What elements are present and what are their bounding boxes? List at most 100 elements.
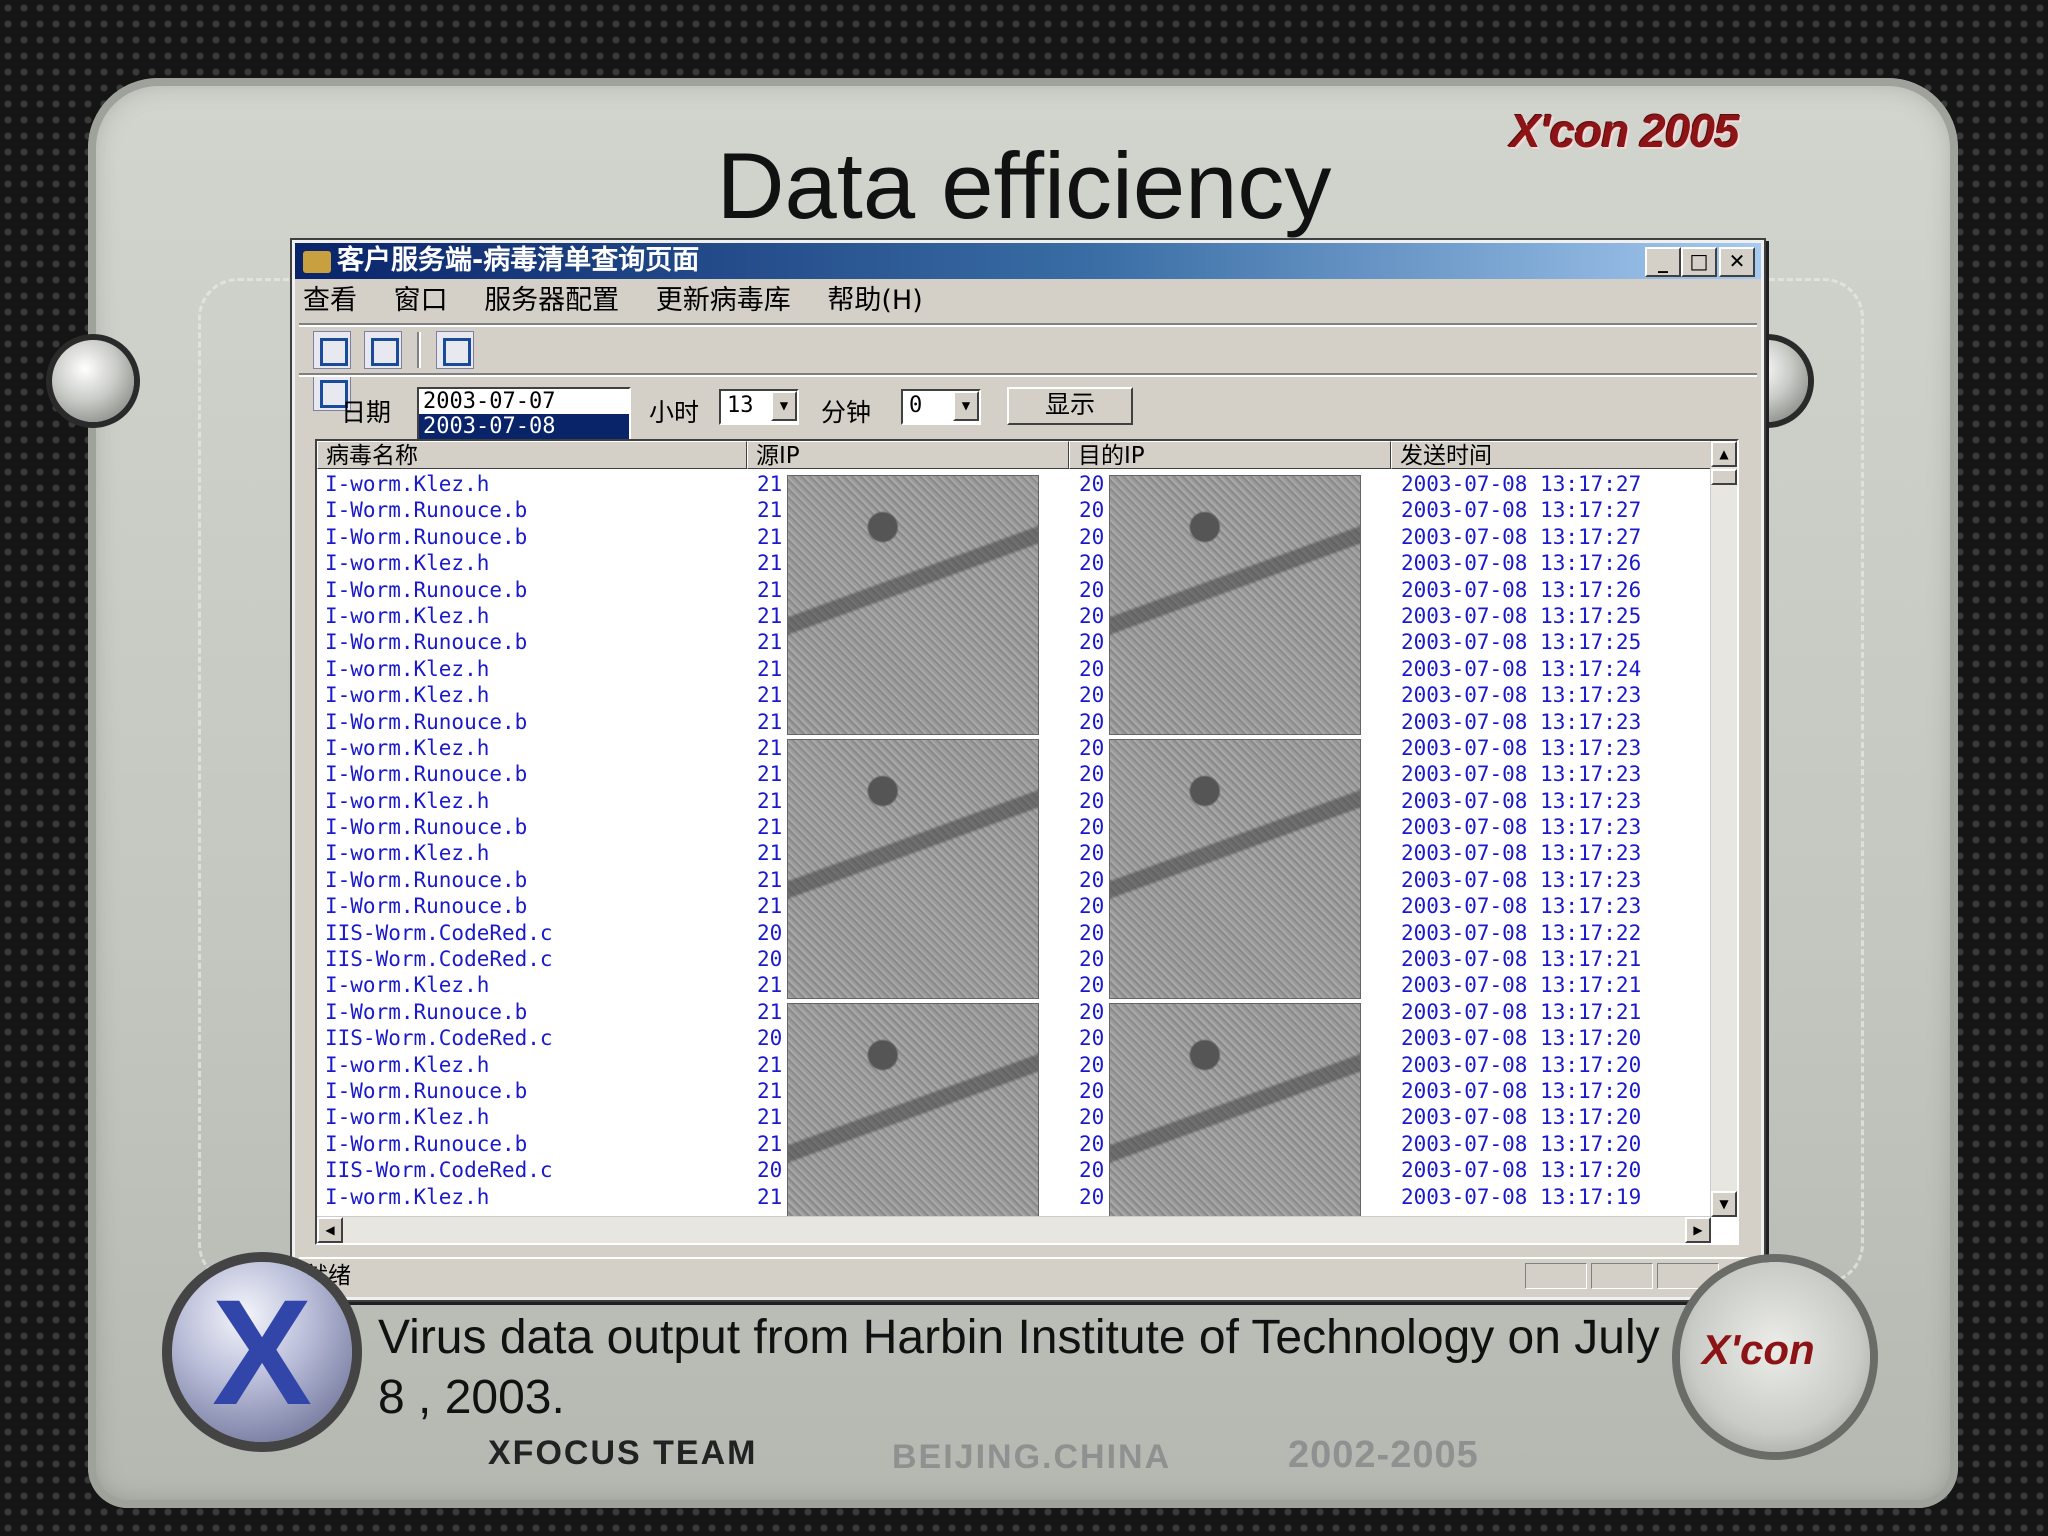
virus-name-cell: I-Worm.Runouce.b [325, 1131, 528, 1156]
close-button[interactable]: ✕ [1719, 247, 1755, 277]
dest-ip-cell: 20 [1079, 709, 1103, 734]
dest-ip-cell: 20 [1079, 788, 1103, 813]
dest-ip-cell: 20 [1079, 498, 1103, 523]
source-ip-cell: 21 [757, 999, 781, 1024]
photo-overlay [1109, 739, 1361, 999]
dest-ip-cell: 20 [1079, 603, 1103, 628]
virus-name-cell: I-Worm.Runouce.b [325, 1078, 528, 1103]
virus-name-cell: I-Worm.Runouce.b [325, 498, 528, 523]
minute-value: 0 [909, 393, 923, 418]
source-ip-cell: 21 [757, 894, 781, 919]
virus-name-cell: I-Worm.Runouce.b [325, 999, 528, 1024]
photo-overlay [1109, 475, 1361, 735]
log-icon[interactable] [313, 331, 351, 369]
send-time-cell: 2003-07-08 13:17:27 [1401, 498, 1642, 523]
search-doc-icon[interactable] [364, 331, 403, 369]
menu-view[interactable]: 查看 [303, 281, 357, 321]
scroll-thumb[interactable] [1711, 469, 1737, 485]
horizontal-scrollbar[interactable]: ◀ ▶ [317, 1216, 1711, 1243]
toolbar-separator [417, 332, 422, 368]
scroll-left-icon[interactable]: ◀ [317, 1217, 343, 1243]
scroll-right-icon[interactable]: ▶ [1685, 1217, 1711, 1243]
photo-overlay [787, 1003, 1039, 1243]
footer-city: BEIJING.CHINA [892, 1438, 1172, 1476]
send-time-cell: 2003-07-08 13:17:20 [1401, 1131, 1642, 1156]
send-time-cell: 2003-07-08 13:17:20 [1401, 1158, 1642, 1183]
minimize-button[interactable]: _ [1645, 247, 1681, 277]
dest-ip-cell: 20 [1079, 577, 1103, 602]
source-ip-cell: 21 [757, 709, 781, 734]
menu-server-config[interactable]: 服务器配置 [484, 281, 619, 321]
send-time-cell: 2003-07-08 13:17:23 [1401, 762, 1642, 787]
virus-name-cell: I-worm.Klez.h [325, 788, 490, 813]
dest-ip-cell: 20 [1079, 920, 1103, 945]
xfocus-team-logo: XFOCUS TEAM [488, 1434, 758, 1472]
source-ip-cell: 21 [757, 656, 781, 681]
date-listbox[interactable]: 2003-07-07 2003-07-08 [417, 387, 631, 443]
virus-name-cell: IIS-Worm.CodeRed.c [325, 1026, 553, 1051]
virus-name-cell: I-worm.Klez.h [325, 603, 490, 628]
source-ip-cell: 21 [757, 841, 781, 866]
toolbar-divider [299, 373, 1757, 377]
x-logo-orb: X [172, 1262, 352, 1442]
dest-ip-cell: 20 [1079, 1158, 1103, 1183]
virus-name-cell: I-worm.Klez.h [325, 1052, 490, 1077]
virus-name-cell: I-worm.Klez.h [325, 472, 490, 496]
send-time-cell: 2003-07-08 13:17:20 [1401, 1078, 1642, 1103]
source-ip-cell: 21 [757, 735, 781, 760]
book-icon[interactable] [436, 331, 475, 369]
scroll-up-icon[interactable]: ▲ [1711, 441, 1737, 467]
source-ip-cell: 21 [757, 683, 781, 708]
maximize-button[interactable]: □ [1681, 247, 1717, 277]
source-ip-cell: 21 [757, 1105, 781, 1130]
dest-ip-cell: 20 [1079, 762, 1103, 787]
xcon-badge-text: X'con [1702, 1326, 1815, 1373]
send-time-cell: 2003-07-08 13:17:24 [1401, 656, 1642, 681]
send-time-cell: 2003-07-08 13:17:26 [1401, 577, 1642, 602]
menu-window[interactable]: 窗口 [394, 281, 448, 321]
column-source-ip[interactable]: 源IP [747, 441, 1069, 469]
show-button[interactable]: 显示 [1007, 387, 1133, 425]
source-ip-cell: 21 [757, 1078, 781, 1103]
column-send-time[interactable]: 发送时间 [1391, 441, 1711, 469]
column-dest-ip[interactable]: 目的IP [1069, 441, 1391, 469]
dest-ip-cell: 20 [1079, 894, 1103, 919]
dest-ip-cell: 20 [1079, 630, 1103, 655]
window-title: 客户服务端-病毒清单查询页面 [337, 245, 700, 276]
virus-name-cell: I-Worm.Runouce.b [325, 524, 528, 549]
dest-ip-cell: 20 [1079, 867, 1103, 892]
photo-overlay [787, 475, 1039, 735]
window-title-bar[interactable]: 客户服务端-病毒清单查询页面 _ □ ✕ [295, 243, 1761, 279]
hour-select[interactable]: 13 ▼ [719, 389, 799, 425]
chevron-down-icon[interactable]: ▼ [953, 391, 979, 421]
send-time-cell: 2003-07-08 13:17:19 [1401, 1184, 1642, 1209]
send-time-cell: 2003-07-08 13:17:21 [1401, 973, 1642, 998]
source-ip-cell: 21 [757, 498, 781, 523]
chevron-down-icon[interactable]: ▼ [771, 391, 797, 421]
vertical-scrollbar[interactable]: ▲ ▼ [1710, 441, 1737, 1217]
list-header: 病毒名称 源IP 目的IP 发送时间 [317, 441, 1711, 471]
menu-update-virus-db[interactable]: 更新病毒库 [656, 281, 791, 321]
dest-ip-cell: 20 [1079, 1131, 1103, 1156]
source-ip-cell: 21 [757, 630, 781, 655]
send-time-cell: 2003-07-08 13:17:26 [1401, 551, 1642, 576]
date-option[interactable]: 2003-07-07 [419, 389, 629, 414]
virus-list-view[interactable]: 病毒名称 源IP 目的IP 发送时间 I-worm.Klez.h 21 20 2003… [315, 439, 1739, 1245]
dest-ip-cell: 20 [1079, 999, 1103, 1024]
date-option-selected[interactable]: 2003-07-08 [419, 414, 629, 439]
menu-bar: 查看 窗口 服务器配置 更新病毒库 帮助(H) [303, 281, 1753, 321]
send-time-cell: 2003-07-08 13:17:23 [1401, 735, 1642, 760]
source-ip-cell: 20 [757, 947, 781, 972]
virus-name-cell: I-worm.Klez.h [325, 735, 490, 760]
minute-select[interactable]: 0 ▼ [901, 389, 981, 425]
toolbar [309, 329, 529, 411]
dest-ip-cell: 20 [1079, 524, 1103, 549]
virus-name-cell: I-Worm.Runouce.b [325, 894, 528, 919]
dest-ip-cell: 20 [1079, 1105, 1103, 1130]
menu-help[interactable]: 帮助(H) [827, 281, 922, 321]
source-ip-cell: 21 [757, 788, 781, 813]
virus-name-cell: IIS-Worm.CodeRed.c [325, 920, 553, 945]
send-time-cell: 2003-07-08 13:17:23 [1401, 841, 1642, 866]
scroll-down-icon[interactable]: ▼ [1711, 1191, 1737, 1217]
column-virus-name[interactable]: 病毒名称 [317, 441, 747, 469]
